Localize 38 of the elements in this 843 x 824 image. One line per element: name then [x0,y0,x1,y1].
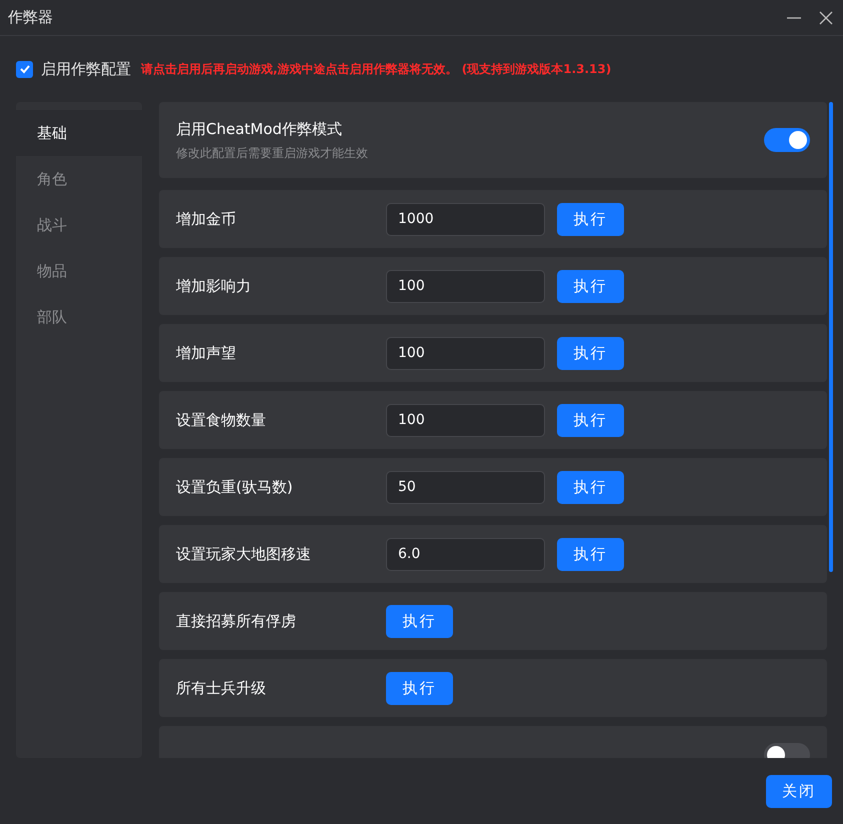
execute-button[interactable]: 执行 [386,604,453,638]
setting-description: 修改此配置后需要重启游戏才能生效 [176,145,369,162]
setting-label: 增加声望 [176,342,237,364]
input-field[interactable]: 1000 [386,202,545,236]
execute-button[interactable]: 执行 [557,404,624,436]
sidebar-item[interactable]: 角色 [16,156,142,202]
sidebar-item[interactable]: 物品 [16,248,142,294]
setting-label: 设置食物数量 [176,410,267,431]
sidebar-item[interactable]: 部队 [16,294,142,340]
setting-label: 设置负重(驮马数) [176,476,294,498]
input-field[interactable]: 50 [386,470,545,504]
input-field[interactable]: 100 [386,404,545,436]
setting-label: 直接招募所有俘虏 [176,610,297,632]
checkmark-icon [18,63,30,75]
input-field[interactable]: 6.0 [386,538,545,570]
execute-button[interactable]: 执行 [386,672,453,704]
window-title: 作弊器 [8,7,53,28]
close-button[interactable]: 关闭 [766,774,832,808]
setting-label: 增加金币 [176,208,237,230]
sidebar-item[interactable]: 基础 [16,110,142,156]
execute-button[interactable]: 执行 [557,202,624,236]
execute-button[interactable]: 执行 [557,270,624,302]
setting-label: 增加影响力 [176,276,252,297]
execute-button[interactable]: 执行 [557,538,624,570]
close-icon[interactable] [819,10,833,24]
setting-label: 所有士兵升级 [176,678,267,699]
checkbox-label[interactable]: 启用作弊配置 [41,58,131,80]
input-field[interactable]: 100 [386,336,545,370]
scrollbar[interactable] [829,102,833,572]
execute-button[interactable]: 执行 [557,470,624,504]
sidebar-item[interactable]: 战斗 [16,202,142,248]
checkbox[interactable] [16,60,33,78]
warning-text: 请点击启用后再启动游戏,游戏中途点击启用作弊器将无效。 (现支持到游戏版本1.3.13) [141,61,612,78]
setting-label: 启用CheatMod作弊模式 [176,118,343,140]
input-field[interactable]: 100 [386,270,545,302]
setting-label: 设置玩家大地图移速 [176,544,312,565]
execute-button[interactable]: 执行 [557,336,624,370]
toggle-switch[interactable] [764,128,810,152]
